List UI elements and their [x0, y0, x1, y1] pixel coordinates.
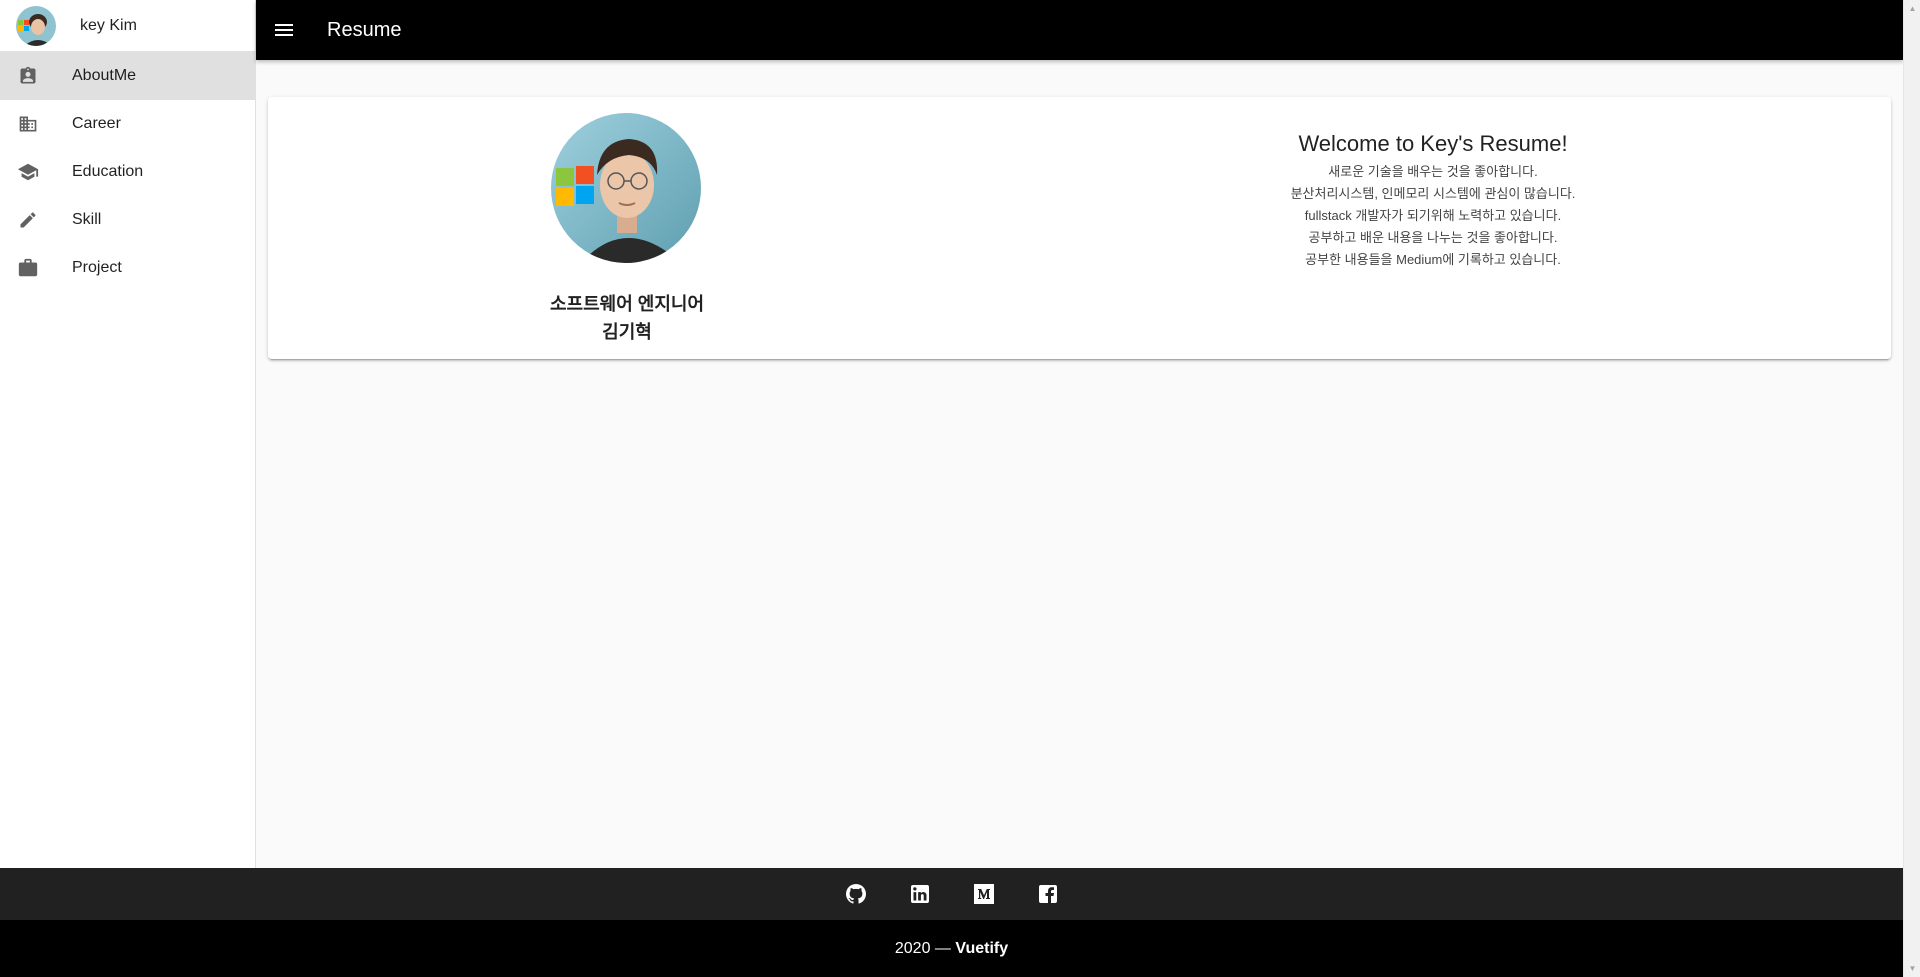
footer-copyright: 2020 — Vuetify — [0, 920, 1903, 977]
medium-button[interactable] — [960, 870, 1008, 918]
avatar — [16, 5, 56, 46]
sidebar-item-aboutme[interactable]: AboutMe — [0, 52, 255, 100]
person-name: 김기혁 — [602, 322, 652, 342]
facebook-button[interactable] — [1024, 870, 1072, 918]
app-root: key Kim AboutMe Career Education Skill P… — [0, 0, 1903, 977]
profile-name: key Kim — [80, 16, 137, 34]
sidebar-item-project[interactable]: Project — [0, 244, 255, 292]
welcome-heading: Welcome to Key's Resume! — [1298, 131, 1568, 157]
school-icon — [16, 160, 40, 184]
scroll-down-icon[interactable]: ▼ — [1904, 960, 1920, 977]
footer-separator: — — [930, 939, 956, 957]
facebook-icon — [1038, 885, 1057, 903]
profile-header[interactable]: key Kim — [0, 0, 255, 52]
intro-line: 공부하고 배운 내용을 나누는 것을 좋아합니다. — [1308, 230, 1558, 245]
sidebar-item-label: Education — [72, 163, 144, 180]
medium-icon — [973, 884, 994, 904]
navigation-drawer: key Kim AboutMe Career Education Skill P… — [0, 0, 256, 868]
footer-year: 2020 — [894, 939, 931, 957]
intro-list: 새로운 기술을 배우는 것을 좋아합니다. 분산처리시스템, 인메모리 시스템에… — [986, 161, 1880, 271]
menu-button[interactable] — [260, 6, 308, 54]
linkedin-icon — [910, 885, 929, 903]
page-title: Resume — [327, 18, 402, 41]
scroll-up-icon[interactable]: ▲ — [1904, 0, 1920, 17]
footer-brand: Vuetify — [955, 939, 1009, 957]
linkedin-button[interactable] — [896, 870, 944, 918]
app-bar: Resume — [256, 0, 1903, 60]
sidebar-item-label: Skill — [72, 211, 102, 228]
profile-photo — [551, 113, 701, 263]
intro-line: 공부한 내용들을 Medium에 기록하고 있습니다. — [1305, 252, 1561, 267]
profile-section: 소프트웨어 엔지니어 김기혁 — [268, 97, 986, 359]
pencil-icon — [16, 208, 40, 232]
domain-icon — [16, 112, 40, 136]
vertical-scrollbar[interactable]: ▲ ▼ — [1903, 0, 1920, 977]
github-button[interactable] — [832, 870, 880, 918]
account-box-icon — [16, 64, 40, 88]
sidebar-item-label: Project — [72, 259, 122, 276]
welcome-section: Welcome to Key's Resume! 새로운 기술을 배우는 것을 … — [986, 97, 1891, 359]
briefcase-icon — [16, 256, 40, 280]
intro-line: 분산처리시스템, 인메모리 시스템에 관심이 많습니다. — [1290, 186, 1576, 201]
sidebar-item-career[interactable]: Career — [0, 100, 255, 148]
intro-line: fullstack 개발자가 되기위해 노력하고 있습니다. — [1304, 208, 1562, 223]
sidebar-item-skill[interactable]: Skill — [0, 196, 255, 244]
sidebar-item-education[interactable]: Education — [0, 148, 255, 196]
intro-line: 새로운 기술을 배우는 것을 좋아합니다. — [1328, 164, 1538, 179]
sidebar-item-label: AboutMe — [72, 67, 137, 84]
menu-icon — [275, 24, 293, 36]
github-icon — [845, 884, 866, 904]
about-me-card: 소프트웨어 엔지니어 김기혁 Welcome to Key's Resume! … — [268, 97, 1891, 359]
sidebar-item-label: Career — [72, 115, 121, 132]
job-title: 소프트웨어 엔지니어 — [549, 294, 705, 314]
footer-social-bar — [0, 868, 1903, 920]
